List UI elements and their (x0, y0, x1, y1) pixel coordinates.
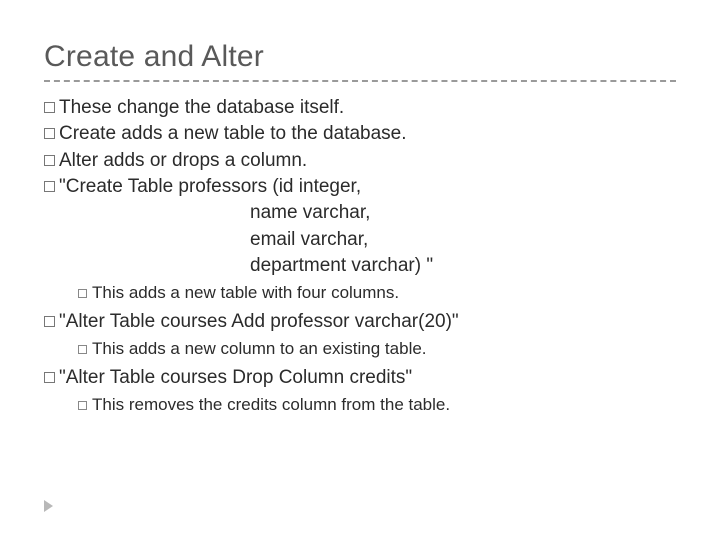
square-bullet-icon (78, 401, 87, 410)
bullet-5: "Alter Table courses Add professor varch… (44, 310, 676, 334)
bullet-text: Alter adds or drops a column. (59, 150, 307, 171)
bullet-text: "Create Table professors (id integer, (59, 176, 361, 197)
sub-bullet-5: This adds a new column to an existing ta… (44, 338, 676, 360)
square-bullet-icon (44, 102, 55, 113)
slide: Create and Alter These change the databa… (0, 0, 720, 540)
square-bullet-icon (44, 316, 55, 327)
bullet-2: Create adds a new table to the database. (44, 122, 676, 146)
square-bullet-icon (78, 289, 87, 298)
square-bullet-icon (44, 155, 55, 166)
square-bullet-icon (78, 345, 87, 354)
bullet-text: This removes the credits column from the… (92, 395, 450, 414)
slide-title: Create and Alter (44, 40, 676, 74)
sub-bullet-4: This adds a new table with four columns. (44, 282, 676, 304)
slide-marker-icon (44, 500, 53, 512)
bullet-3: Alter adds or drops a column. (44, 149, 676, 173)
bullet-text: This adds a new table with four columns. (92, 283, 399, 302)
bullet-text: "Alter Table courses Add professor varch… (59, 311, 459, 332)
slide-body: These change the database itself. Create… (44, 96, 676, 416)
bullet-4-cont: email varchar, (44, 228, 676, 252)
square-bullet-icon (44, 372, 55, 383)
square-bullet-icon (44, 128, 55, 139)
square-bullet-icon (44, 181, 55, 192)
bullet-text: This adds a new column to an existing ta… (92, 339, 427, 358)
divider (44, 80, 676, 82)
bullet-text: Create adds a new table to the database. (59, 123, 407, 144)
sub-bullet-6: This removes the credits column from the… (44, 394, 676, 416)
bullet-4: "Create Table professors (id integer, (44, 175, 676, 199)
bullet-text: "Alter Table courses Drop Column credits… (59, 367, 412, 388)
bullet-text: These change the database itself. (59, 97, 344, 118)
bullet-6: "Alter Table courses Drop Column credits… (44, 366, 676, 390)
bullet-4-cont: department varchar) " (44, 254, 676, 278)
bullet-4-cont: name varchar, (44, 201, 676, 225)
bullet-1: These change the database itself. (44, 96, 676, 120)
